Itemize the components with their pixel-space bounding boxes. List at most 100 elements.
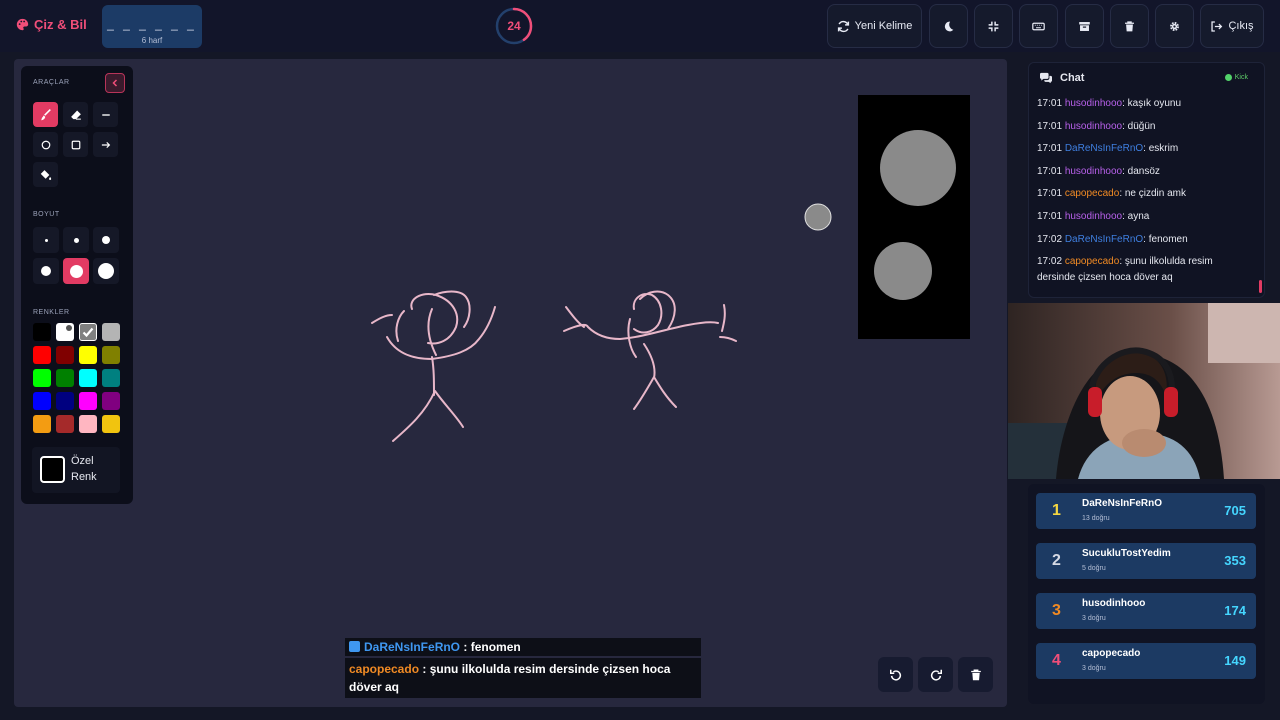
chat-text: fenomen [1148, 233, 1188, 245]
timer-value: 24 [507, 19, 521, 33]
chat-user[interactable]: husodinhooo [1065, 98, 1122, 109]
theme-toggle-button[interactable] [929, 4, 968, 48]
undo-button[interactable] [878, 657, 913, 692]
chat-message: 17:01 capopecado: ne çizdin amk [1037, 186, 1247, 202]
leaderboard-row: 4 capopecado 3 doğru 149 [1036, 643, 1256, 679]
player-score: 174 [1224, 603, 1246, 618]
tool-brush[interactable] [33, 102, 58, 127]
size-option-1[interactable] [33, 227, 59, 253]
player-name: DaReNsInFeRnO [1082, 498, 1163, 509]
tool-fill[interactable] [33, 162, 58, 187]
custom-color-button[interactable]: Özel Renk [32, 447, 120, 493]
eyedropper-icon [66, 325, 72, 331]
color-swatch[interactable] [33, 323, 51, 341]
color-swatch[interactable] [56, 369, 74, 387]
color-swatch[interactable] [79, 323, 97, 341]
chat-user[interactable]: DaReNsInFeRnO [1065, 234, 1143, 245]
color-swatch[interactable] [102, 346, 120, 364]
player-score: 149 [1224, 653, 1246, 668]
brush-cursor [804, 203, 832, 231]
keyboard-button[interactable] [1019, 4, 1058, 48]
chat-scrollbar[interactable] [1259, 280, 1262, 293]
moon-icon [944, 21, 954, 31]
redo-button[interactable] [918, 657, 953, 692]
app-logo: Çiz & Bil [16, 17, 87, 32]
overlay-chat-separator: : [419, 662, 430, 676]
color-swatch[interactable] [102, 415, 120, 433]
color-swatch[interactable] [102, 323, 120, 341]
clear-button[interactable] [1110, 4, 1149, 48]
player-name: husodinhooo [1082, 598, 1146, 609]
word-length: 6 harf [141, 36, 163, 45]
color-swatch[interactable] [79, 392, 97, 410]
brush-icon [40, 108, 51, 120]
color-swatch[interactable] [33, 392, 51, 410]
chat-message: 17:01 DaReNsInFeRnO: eskrim [1037, 141, 1247, 157]
size-dot [98, 263, 114, 279]
online-dot-icon [1224, 74, 1232, 81]
color-swatch[interactable] [56, 323, 74, 341]
chat-time: 17:02 [1037, 233, 1063, 245]
size-option-6[interactable] [93, 258, 119, 284]
fullscreen-button[interactable] [974, 4, 1013, 48]
rectangle-icon [71, 140, 80, 149]
color-swatch[interactable] [56, 415, 74, 433]
chat-user[interactable]: husodinhooo [1065, 211, 1122, 222]
line-icon [101, 113, 110, 116]
tool-arrow[interactable] [93, 132, 118, 157]
player-rank: 2 [1052, 552, 1061, 569]
size-option-5[interactable] [63, 258, 89, 284]
chat-user[interactable]: DaReNsInFeRnO [1065, 143, 1143, 154]
archive-button[interactable] [1065, 4, 1104, 48]
chat-message: 17:01 husodinhooo: ayna [1037, 209, 1247, 225]
check-icon [82, 327, 94, 338]
tool-line[interactable] [93, 102, 118, 127]
color-swatch[interactable] [56, 346, 74, 364]
chat-text: ne çizdin amk [1124, 188, 1187, 200]
color-swatch[interactable] [102, 392, 120, 410]
circle-icon [41, 140, 50, 149]
chat-platform-status: Kick [1224, 74, 1248, 81]
chat-user[interactable]: husodinhooo [1065, 166, 1122, 177]
exit-button[interactable]: Çıkış [1200, 4, 1264, 48]
overlay-chat-line: DaReNsInFeRnO : fenomen [345, 638, 701, 656]
clear-canvas-button[interactable] [958, 657, 993, 692]
size-dot [102, 236, 110, 244]
color-swatch[interactable] [79, 369, 97, 387]
tool-rectangle[interactable] [63, 132, 88, 157]
color-swatch[interactable] [79, 346, 97, 364]
color-swatch[interactable] [33, 415, 51, 433]
color-swatch[interactable] [102, 369, 120, 387]
size-option-4[interactable] [33, 258, 59, 284]
chat-user[interactable]: husodinhooo [1065, 121, 1122, 132]
word-mask: _ _ _ _ _ _ [107, 17, 197, 31]
gear-icon [1170, 21, 1179, 31]
tool-eraser[interactable] [63, 102, 88, 127]
color-swatch[interactable] [56, 392, 74, 410]
color-swatch[interactable] [33, 346, 51, 364]
new-word-button[interactable]: Yeni Kelime [827, 4, 922, 48]
overlay-chat-separator: : [460, 640, 471, 654]
trash-icon [1125, 20, 1134, 31]
player-correct-count: 3 doğru [1082, 665, 1106, 672]
eraser-icon [70, 110, 81, 120]
tools-panel: ARAÇLAR BOYUT RENKLER Özel Renk [21, 66, 133, 504]
player-correct-count: 13 doğru [1082, 515, 1110, 522]
size-option-3[interactable] [93, 227, 119, 253]
tool-circle[interactable] [33, 132, 58, 157]
chat-message: 17:01 husodinhooo: kaşık oyunu [1037, 96, 1247, 112]
drawn-circle-bottom [874, 242, 932, 300]
color-swatch[interactable] [33, 369, 51, 387]
chat-user[interactable]: capopecado [1065, 256, 1120, 267]
collapse-panel-button[interactable] [105, 73, 125, 93]
player-rank: 1 [1052, 502, 1061, 519]
color-swatch[interactable] [79, 415, 97, 433]
overlay-chat-user: DaReNsInFeRnO [364, 640, 461, 654]
word-hint-box: _ _ _ _ _ _ 6 harf [102, 5, 202, 48]
overlay-chat-line: capopecado : şunu ilkolulda resim dersin… [345, 658, 701, 698]
chat-text: ayna [1127, 210, 1150, 222]
size-option-2[interactable] [63, 227, 89, 253]
settings-button[interactable] [1155, 4, 1194, 48]
chat-user[interactable]: capopecado [1065, 188, 1120, 199]
round-timer: 24 [495, 7, 533, 45]
